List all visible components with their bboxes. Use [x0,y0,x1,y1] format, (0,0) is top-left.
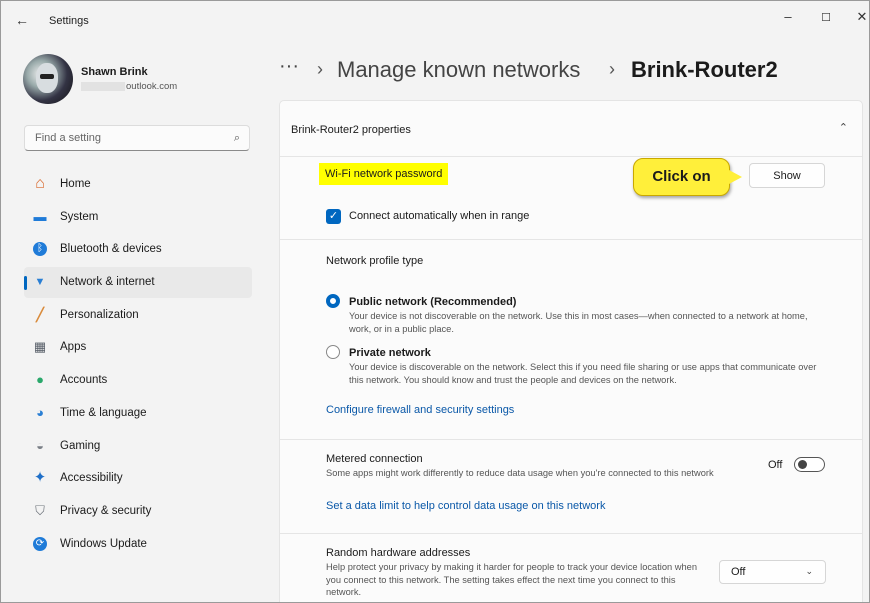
section-title: Brink-Router2 properties [291,124,411,136]
chevron-right-icon: › [317,59,323,79]
avatar [23,54,73,104]
sidebar-item-home[interactable]: ⌂ Home [24,169,252,200]
network-profile-type-label: Network profile type [326,255,424,267]
sidebar-item-system[interactable]: ▬ System [24,202,252,233]
sidebar-item-personalization[interactable]: ╱ Personalization [24,300,252,331]
dropdown-value: Off [731,566,746,578]
home-icon: ⌂ [35,175,45,192]
sidebar-item-label: Apps [60,341,87,354]
wifi-password-label: Wi-Fi network password [319,163,449,185]
accessibility-icon: ✦ [33,469,47,487]
sidebar-item-gaming[interactable]: ◒ Gaming [24,431,252,462]
divider [280,533,862,534]
user-name: Shawn Brink [81,66,148,78]
sidebar-item-apps[interactable]: ▦ Apps [24,332,252,363]
sidebar-item-label: Accounts [60,374,108,387]
sidebar-item-label: Home [60,178,91,190]
private-network-title: Private network [349,347,431,359]
system-icon: ▬ [33,208,47,224]
chevron-up-icon[interactable]: ⌃ [839,121,848,134]
private-network-radio[interactable] [326,345,340,359]
sidebar-item-network[interactable]: ▼ Network & internet [24,267,252,299]
sidebar-item-accounts[interactable]: ● Accounts [24,365,252,396]
sidebar-nav: ⌂ Home ▬ System ᛒ Bluetooth & devices ▼ … [24,169,252,561]
sidebar-item-label: Network & internet [60,276,155,289]
random-hw-addresses-dropdown[interactable]: Off ⌄ [719,560,826,584]
metered-connection-description: Some apps might work differently to redu… [326,468,714,478]
gamepad-icon: ◒ [36,437,44,453]
auto-connect-label: Connect automatically when in range [349,210,530,222]
sidebar-item-windows-update[interactable]: ⟳ Windows Update [24,529,252,560]
callout-text: Click on [652,168,711,185]
sidebar-item-accessibility[interactable]: ✦ Accessibility [24,463,252,494]
public-network-title: Public network (Recommended) [349,296,517,308]
page-title: Brink-Router2 [631,57,778,82]
bluetooth-icon: ᛒ [33,242,47,257]
sidebar-item-label: Personalization [60,308,139,321]
app-title: Settings [49,15,89,27]
auto-connect-checkbox[interactable]: ✓ [326,209,341,224]
data-limit-link[interactable]: Set a data limit to help control data us… [326,500,605,512]
sidebar-item-time-language[interactable]: ◕ Time & language [24,398,252,429]
sidebar-item-label: Bluetooth & devices [60,243,162,256]
globe-clock-icon: ◕ [36,404,44,420]
sidebar-item-label: Gaming [60,439,101,452]
sidebar-item-label: Time & language [60,406,147,419]
chevron-right-icon: › [609,59,615,79]
firewall-settings-link[interactable]: Configure firewall and security settings [326,404,514,416]
update-icon: ⟳ [33,536,47,551]
public-network-description: Your device is not discoverable on the n… [349,311,808,334]
click-on-callout: Click on [633,158,742,196]
chevron-down-icon: ⌄ [805,566,813,576]
email-redaction [81,81,125,91]
wifi-icon: ▼ [34,276,46,289]
divider [280,239,862,240]
close-icon[interactable]: ✕ [852,9,869,25]
public-network-radio[interactable] [326,294,340,308]
divider [280,156,862,157]
network-properties-panel: Brink-Router2 properties ⌃ Wi-Fi network… [279,100,863,602]
user-email: outlook.com [81,81,177,92]
back-arrow-icon[interactable]: ← [15,12,29,28]
search-icon[interactable]: ⌕ [234,132,240,145]
user-email-domain: outlook.com [126,81,178,92]
search-box[interactable]: ⌕ [24,125,250,151]
settings-window: ← Settings – ☐ ✕ Shawn Brink outlook.com… [0,0,870,603]
metered-connection-toggle[interactable] [794,457,825,472]
minimize-icon[interactable]: – [778,9,798,24]
accounts-icon: ● [36,372,44,388]
sidebar-item-label: Privacy & security [60,504,152,517]
sidebar-item-label: Windows Update [60,537,147,550]
search-input[interactable] [33,131,227,145]
sidebar-item-privacy[interactable]: ⛉ Privacy & security [24,496,252,527]
metered-connection-title: Metered connection [326,453,423,465]
sidebar-item-label: Accessibility [60,472,123,485]
title-bar: ← Settings – ☐ ✕ [1,1,869,37]
sidebar-item-bluetooth[interactable]: ᛒ Bluetooth & devices [24,234,252,265]
divider [280,439,862,440]
apps-icon: ▦ [33,339,47,355]
metered-toggle-state: Off [768,459,783,471]
maximize-icon[interactable]: ☐ [816,11,836,24]
sidebar-item-label: System [60,210,99,223]
brush-icon: ╱ [36,306,44,322]
random-hw-addresses-title: Random hardware addresses [326,547,471,559]
breadcrumb-manage-known-networks[interactable]: Manage known networks [337,57,580,83]
private-network-description: Your device is discoverable on the netwo… [349,362,817,385]
show-password-button[interactable]: Show [749,163,825,188]
breadcrumb-more-icon[interactable]: ··· [279,55,299,78]
shield-icon: ⛉ [35,502,45,518]
random-hw-addresses-description: Help protect your privacy by making it h… [326,562,698,597]
